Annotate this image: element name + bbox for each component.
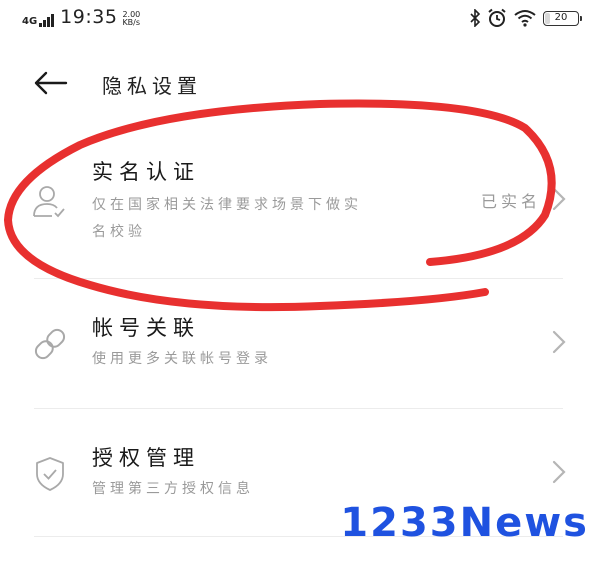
back-arrow-icon[interactable]	[32, 68, 72, 98]
item-title: 授权管理	[92, 446, 200, 470]
network-type: 4G	[22, 16, 38, 27]
user-verified-icon	[33, 186, 65, 218]
watermark: 1233News	[340, 500, 589, 546]
bluetooth-icon	[470, 9, 481, 27]
divider	[34, 278, 563, 279]
status-right: 20	[469, 8, 582, 28]
battery-level: 20	[554, 11, 568, 23]
status-bar: 4G 19:35 2.00 KB/s 20	[0, 0, 597, 36]
network-speed: 2.00 KB/s	[122, 11, 140, 27]
chevron-right-icon	[552, 330, 566, 354]
divider	[34, 408, 563, 409]
header: 隐私设置	[0, 56, 597, 108]
item-description: 管理第三方授权信息	[92, 481, 254, 497]
item-description-line2: 名校验	[92, 224, 146, 240]
item-description-line1: 仅在国家相关法律要求场景下做实	[92, 197, 362, 213]
wifi-icon	[514, 10, 536, 27]
verification-status: 已实名	[480, 192, 541, 211]
chevron-right-icon	[552, 460, 566, 484]
link-icon	[34, 328, 66, 360]
item-description: 使用更多关联帐号登录	[92, 351, 272, 367]
shield-check-icon	[36, 457, 64, 491]
battery-icon: 20	[543, 10, 582, 26]
page-title: 隐私设置	[102, 74, 202, 98]
item-title: 帐号关联	[92, 316, 200, 340]
list-item-account-linking[interactable]: 帐号关联 使用更多关联帐号登录	[0, 290, 597, 405]
list-item-real-name[interactable]: 实名认证 仅在国家相关法律要求场景下做实 名校验 已实名	[0, 140, 597, 280]
chevron-right-icon	[552, 187, 566, 211]
alarm-icon	[488, 8, 506, 27]
item-title: 实名认证	[92, 160, 200, 184]
network-speed-unit: KB/s	[122, 18, 141, 27]
status-left: 4G 19:35 2.00 KB/s	[22, 7, 140, 27]
item-description: 仅在国家相关法律要求场景下做实 名校验	[92, 192, 402, 246]
status-time: 19:35	[60, 6, 118, 28]
signal-icon	[39, 13, 55, 27]
